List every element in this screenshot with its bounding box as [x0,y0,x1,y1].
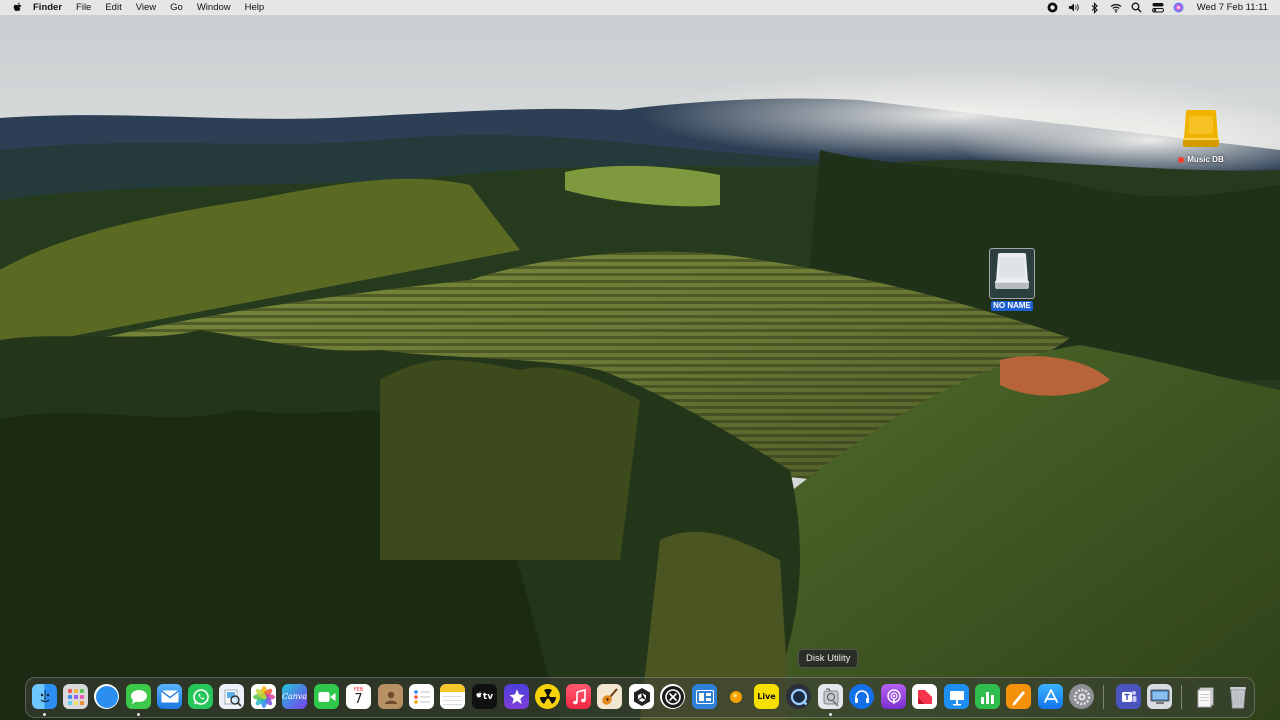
menu-bar: Finder File Edit View Go Window Help Wed… [0,0,1280,15]
menu-window[interactable]: Window [190,0,238,15]
apple-glyph-icon [476,691,483,702]
record-icon[interactable] [1047,2,1059,14]
headset-icon[interactable] [849,684,874,709]
trash-icon[interactable] [1225,684,1250,709]
siri-icon[interactable] [1173,2,1185,14]
apple-menu-icon[interactable] [12,2,23,14]
menu-go[interactable]: Go [163,0,190,15]
contacts-icon[interactable] [378,684,403,709]
search-icon[interactable] [1131,2,1143,14]
numbers-icon[interactable] [975,684,1000,709]
bluetooth-icon[interactable] [1089,1,1101,14]
desktop-icon-label: Music DB [1176,155,1225,165]
dock: Canva FEB 7 tv Live [25,677,1255,718]
desktop-drive-no-name[interactable]: NO NAME [982,248,1042,311]
imovie-icon[interactable] [504,684,529,709]
live-icon[interactable]: Live [754,684,779,709]
disk-utility-icon[interactable] [818,684,843,709]
pages-icon[interactable] [1006,684,1031,709]
menu-edit[interactable]: Edit [98,0,128,15]
calendar-icon[interactable]: FEB 7 [346,684,371,709]
whatsapp-icon[interactable] [188,684,213,709]
tv-icon[interactable]: tv [472,684,497,709]
mail-icon[interactable] [157,684,182,709]
podcasts-icon[interactable] [881,684,906,709]
menu-app-name[interactable]: Finder [23,0,69,15]
running-indicator [829,713,832,716]
dock-separator [1181,685,1182,709]
desktop-icon-label: NO NAME [991,301,1033,311]
preview-icon[interactable] [219,684,244,709]
running-indicator [137,713,140,716]
screen-icon[interactable] [1147,684,1172,709]
safari-icon[interactable] [94,684,119,709]
canva-icon[interactable]: Canva [282,684,307,709]
running-indicator [43,713,46,716]
orange-dot-icon[interactable] [723,684,748,709]
reminders-icon[interactable] [409,684,434,709]
teams-icon[interactable] [1116,684,1141,709]
calendar-day: 7 [354,691,363,707]
external-drive-icon [1181,108,1221,155]
desktop-wallpaper [0,0,1280,720]
radiation-icon[interactable] [535,684,560,709]
red-tag-icon [1178,156,1185,163]
volume-icon[interactable] [1068,2,1080,14]
photos-icon[interactable] [251,684,276,709]
menu-file[interactable]: File [69,0,98,15]
wifi-icon[interactable] [1110,2,1122,14]
dock-separator [1103,685,1104,709]
launchpad-icon[interactable] [63,684,88,709]
unity-icon[interactable] [629,684,654,709]
removable-disk-icon [989,248,1035,299]
quicktime-icon[interactable] [786,684,811,709]
notes-icon[interactable] [440,684,465,709]
control-center-icon[interactable] [1151,2,1164,14]
guitar-icon[interactable] [597,684,622,709]
app-store-icon[interactable] [1038,684,1063,709]
menu-view[interactable]: View [129,0,163,15]
desktop-drive-music-db[interactable]: Music DB [1166,108,1236,165]
documents-stack-icon[interactable] [1193,684,1218,709]
settings-icon[interactable] [1069,684,1094,709]
keynote-icon[interactable] [944,684,969,709]
finder-icon[interactable] [32,684,57,709]
tv-label: tv [482,691,494,702]
menubar-clock[interactable]: Wed 7 Feb 11:11 [1197,2,1268,13]
circle-x-icon[interactable] [660,684,685,709]
widgets-icon[interactable] [692,684,717,709]
facetime-icon[interactable] [314,684,339,709]
news-icon[interactable] [912,684,937,709]
menu-help[interactable]: Help [238,0,272,15]
music-icon[interactable] [566,684,591,709]
messages-icon[interactable] [126,684,151,709]
dock-tooltip: Disk Utility [798,649,859,668]
